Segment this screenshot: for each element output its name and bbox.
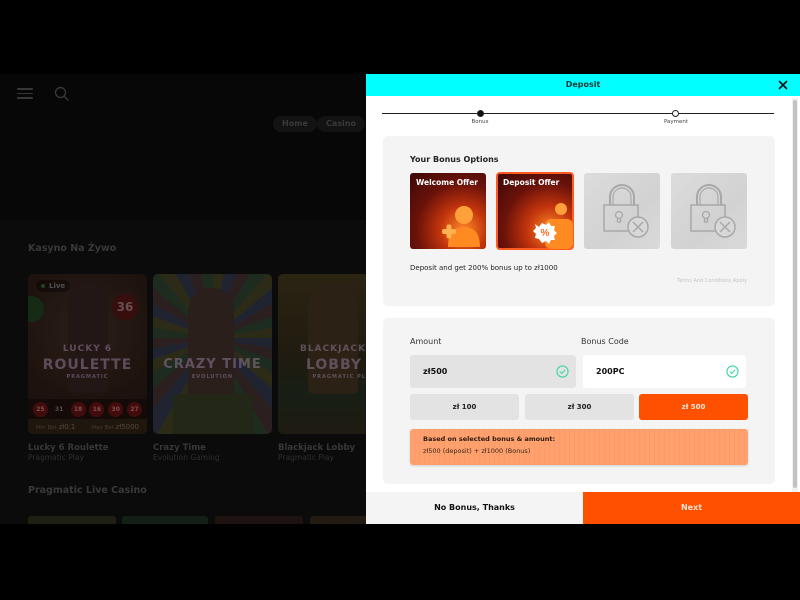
game-card-blackjack-lobby[interactable]: BLACKJACK LOBBY PRAGMATIC PL (278, 274, 368, 434)
check-circle-icon (726, 365, 739, 378)
deposit-stepper: Bonus Payment (382, 110, 774, 128)
min-bet-value: zł0.1 (58, 422, 76, 431)
result-number: 25 (32, 401, 48, 417)
game-card-thumbnail[interactable] (310, 516, 368, 524)
offer-label: Welcome Offer (416, 178, 479, 187)
game-logo-provider: PRAGMATIC PL (312, 374, 366, 380)
percent-coins-icon: % (533, 203, 573, 249)
section-title-pragmatic-live: Pragmatic Live Casino (28, 485, 147, 496)
dress-decoration (173, 394, 253, 434)
search-icon[interactable] (54, 86, 70, 102)
game-logo-provider: PRAGMATIC (66, 374, 109, 380)
step-label-payment: Payment (663, 119, 689, 125)
ball-decoration (28, 296, 44, 322)
amount-panel: Amount Bonus Code zł500 200PC zł 100 zł … (383, 318, 775, 484)
user-plus-icon (442, 206, 480, 247)
lock-icon (603, 184, 649, 238)
bonus-options-panel: Your Bonus Options Welcome Offer % Depos… (383, 136, 775, 306)
bonus-options-heading: Your Bonus Options (410, 155, 499, 164)
result-number: 16 (89, 401, 105, 417)
result-number: 27 (127, 401, 143, 417)
summary-text: zł500 (deposit) + zł1000 (Bonus) (423, 447, 531, 455)
bonus-description: Deposit and get 200% bonus up to zł1000 (410, 264, 558, 272)
bonus-summary: Based on selected bonus & amount: zł500 … (410, 429, 748, 465)
hamburger-menu-icon[interactable] (17, 88, 33, 100)
quick-amount-100[interactable]: zł 100 (410, 394, 519, 420)
game-provider: Evolution Gaming (153, 453, 220, 462)
result-number: 30 (108, 401, 124, 417)
step-label-bonus: Bonus (471, 119, 489, 125)
modal-scrollbar[interactable] (792, 98, 798, 492)
quick-amount-300[interactable]: zł 300 (525, 394, 634, 420)
offer-deposit[interactable]: % Deposit Offer (496, 172, 574, 250)
nav-pill-home[interactable]: Home (273, 116, 317, 132)
game-logo-title: CRAZY TIME (163, 357, 262, 372)
result-number: 31 (55, 405, 64, 413)
lock-icon (690, 184, 736, 238)
scrollbar-thumb[interactable] (793, 100, 797, 488)
result-number: 18 (70, 401, 86, 417)
game-logo-provider: EVOLUTION (191, 374, 234, 380)
max-bet-label: Max Bet (91, 424, 114, 431)
section-title-live-casino: Kasyno Na Żywo (28, 243, 117, 254)
close-icon[interactable] (776, 78, 790, 92)
deposit-modal: Deposit Bonus Payment Your Bonus Options… (366, 74, 800, 524)
game-card-lucky-6-roulette[interactable]: 36 Live LUCKY 6 ROULETTE PRAGMATIC 25 31… (28, 274, 147, 434)
terms-link[interactable]: Terms And Conditions Apply (677, 278, 747, 284)
modal-title: Deposit (565, 80, 601, 89)
bonus-code-input[interactable]: 200PC (583, 355, 746, 388)
offer-locked (584, 173, 660, 249)
ball-36-decoration: 36 (112, 294, 138, 320)
offer-welcome[interactable]: Welcome Offer (410, 173, 486, 249)
app-frame: Home Casino Kasyno Na Żywo 36 Live LUCKY… (0, 74, 800, 524)
min-bet-label: Min Bet (35, 424, 57, 431)
no-bonus-button[interactable]: No Bonus, Thanks (366, 492, 583, 524)
step-dot-bonus (477, 110, 484, 117)
game-title[interactable]: Crazy Time (153, 443, 206, 453)
recent-results: 25 31 18 16 30 27 (28, 399, 147, 419)
modal-footer: No Bonus, Thanks Next (366, 492, 800, 524)
game-provider: Pragmatic Play (278, 453, 334, 462)
amount-input[interactable]: zł500 (410, 355, 576, 388)
step-dot-payment (672, 110, 679, 117)
nav-pill-casino[interactable]: Casino (317, 116, 365, 132)
game-logo-line: BLACKJACK (299, 344, 366, 354)
bonus-code-value: 200PC (596, 367, 625, 376)
game-card-thumbnail[interactable] (215, 516, 303, 524)
game-logo-line: LUCKY 6 (62, 344, 113, 354)
game-card-thumbnail[interactable] (28, 516, 116, 524)
live-badge: Live (36, 280, 71, 292)
bonus-code-label: Bonus Code (581, 337, 629, 346)
stepper-line (382, 113, 774, 114)
game-logo-title: ROULETTE (42, 357, 133, 373)
game-title[interactable]: Lucky 6 Roulette (28, 443, 109, 453)
modal-header: Deposit (366, 74, 800, 96)
offer-label: Deposit Offer (503, 178, 560, 187)
bet-limits: Min Bet zł0.1 Max Bet zł5000 (28, 419, 147, 434)
game-title[interactable]: Blackjack Lobby (278, 443, 355, 453)
quick-amount-500[interactable]: zł 500 (639, 394, 748, 420)
next-button[interactable]: Next (583, 492, 800, 524)
amount-label: Amount (410, 337, 442, 346)
amount-value: zł500 (423, 367, 448, 376)
check-circle-icon (556, 365, 569, 378)
summary-title: Based on selected bonus & amount: (423, 435, 556, 443)
game-card-thumbnail[interactable] (122, 516, 208, 524)
game-logo-title: LOBBY (305, 357, 362, 373)
game-provider: Pragmatic Play (28, 453, 84, 462)
max-bet-value: zł5000 (115, 422, 139, 431)
offer-locked (671, 173, 747, 249)
game-card-crazy-time[interactable]: CRAZY TIME EVOLUTION (153, 274, 272, 434)
svg-text:%: % (541, 228, 550, 239)
